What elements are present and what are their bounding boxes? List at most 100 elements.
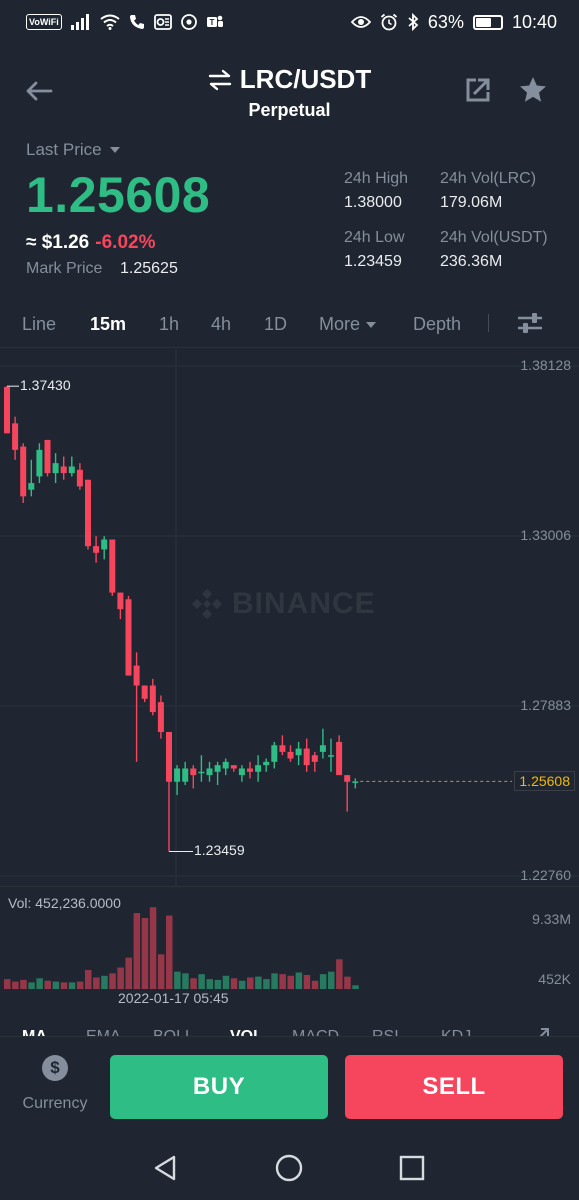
wifi-icon	[100, 14, 120, 30]
volume-axis-min: 452K	[538, 971, 571, 987]
candle-body	[190, 768, 197, 776]
volume-bar	[255, 976, 262, 989]
stat-value: 179.06M	[440, 194, 503, 211]
nav-back-icon[interactable]	[150, 1152, 182, 1184]
tab-line[interactable]: Line	[22, 314, 56, 335]
currency-button[interactable]: $ Currency	[18, 1055, 92, 1113]
volume-bar	[12, 981, 19, 989]
last-price: 1.25608	[26, 167, 211, 223]
mark-price-label: Mark Price	[26, 260, 103, 277]
tab-1h[interactable]: 1h	[159, 314, 179, 335]
candle-body	[295, 748, 302, 756]
volume-bar	[311, 980, 319, 989]
header: LRC/USDT Perpetual	[0, 44, 579, 136]
tab-more-label: More	[319, 314, 361, 334]
battery-percent: 63%	[427, 11, 464, 32]
teams-icon: T	[206, 14, 224, 30]
candle-body	[20, 446, 27, 497]
favorite-button[interactable]	[518, 75, 550, 107]
volume-bar	[85, 970, 92, 989]
stat-24h-high: 24h High 1.38000	[344, 170, 408, 212]
last-price-selector[interactable]: Last Price	[26, 140, 120, 160]
candlestick-chart[interactable]: BINANCE 1.38128 1.33006 1.27883 1.22760 …	[0, 349, 579, 889]
dollar-icon: $	[42, 1055, 68, 1081]
outlook-icon	[153, 14, 172, 30]
candle-body	[174, 768, 181, 782]
volume-bar	[230, 978, 238, 989]
external-link-icon	[466, 78, 490, 102]
volume-axis-max: 9.33M	[532, 911, 571, 927]
candle-body	[214, 765, 221, 772]
candle-body	[133, 665, 140, 686]
volume-bar	[101, 975, 108, 989]
volume-bar	[133, 913, 141, 989]
volume-bar	[222, 975, 230, 989]
signal-icon	[70, 14, 91, 30]
chart-settings-button[interactable]	[516, 310, 546, 338]
tab-more[interactable]: More	[319, 314, 377, 335]
candle-body	[311, 755, 318, 762]
volume-bar	[68, 982, 76, 989]
divider	[488, 314, 489, 332]
candle-body	[68, 466, 75, 474]
stat-label: 24h High	[344, 170, 409, 187]
tab-15m[interactable]: 15m	[90, 314, 126, 335]
volume-bar	[28, 982, 35, 989]
bluetooth-icon	[407, 13, 419, 31]
volume-bar	[117, 967, 124, 989]
candle-body	[222, 761, 229, 769]
candle-body	[303, 748, 310, 766]
price-axis-label: 1.27883	[520, 697, 571, 713]
battery-icon	[472, 14, 503, 30]
time-axis-label: 2022-01-17 05:45	[118, 990, 229, 1006]
candle-body	[198, 771, 205, 774]
stat-label: 24h Low	[344, 229, 405, 246]
volume-bar	[76, 981, 84, 989]
candle-body	[12, 423, 19, 450]
volume-bar	[20, 979, 27, 989]
tab-1d[interactable]: 1D	[264, 314, 287, 335]
share-button[interactable]	[464, 76, 494, 106]
volume-label: Vol: 452,236.0000	[8, 895, 121, 911]
candle-body	[101, 539, 108, 550]
svg-text:T: T	[209, 18, 214, 27]
stat-value: 1.38000	[344, 194, 402, 211]
approx-usd-row: ≈ $1.26 -6.02%	[26, 232, 155, 254]
sell-button[interactable]: SELL	[345, 1055, 563, 1119]
nav-home-icon[interactable]	[273, 1152, 305, 1184]
candle-body	[109, 539, 116, 593]
candle-body	[230, 765, 237, 769]
volume-chart[interactable]: Vol: 452,236.0000 9.33M 452K 2022-01-17 …	[0, 886, 579, 1006]
candle-body	[352, 781, 359, 783]
candle-body	[319, 745, 326, 752]
high-annotation: 1.37430	[20, 377, 71, 394]
candle-body	[52, 463, 59, 474]
clock: 10:40	[511, 11, 557, 32]
volume-bar	[60, 982, 68, 989]
stat-label: 24h Vol(USDT)	[440, 229, 548, 246]
swap-icon	[208, 69, 231, 90]
nav-recents-icon[interactable]	[396, 1152, 428, 1184]
tab-depth[interactable]: Depth	[413, 314, 461, 335]
buy-button[interactable]: BUY	[110, 1055, 328, 1119]
status-right: 63% 10:40	[350, 11, 557, 33]
candle-body	[28, 483, 35, 490]
sliders-icon	[518, 313, 542, 333]
volume-bar	[198, 974, 205, 989]
stat-24h-low: 24h Low 1.23459	[344, 229, 405, 271]
candle-body	[166, 731, 172, 782]
volume-bar	[206, 979, 213, 989]
candle-body	[344, 775, 351, 782]
volume-bar	[93, 977, 100, 989]
volume-bar	[141, 918, 149, 989]
system-nav-bar	[0, 1136, 579, 1200]
candle-body	[336, 741, 343, 776]
candle-body	[85, 479, 91, 547]
stat-value: 1.23459	[344, 253, 402, 270]
candle-body	[157, 702, 164, 732]
candle-body	[279, 745, 286, 752]
tab-4h[interactable]: 4h	[211, 314, 231, 335]
stat-24h-vol-base: 24h Vol(LRC) 179.06M	[440, 170, 536, 212]
volume-bar	[279, 974, 286, 989]
volume-bar	[149, 907, 157, 989]
